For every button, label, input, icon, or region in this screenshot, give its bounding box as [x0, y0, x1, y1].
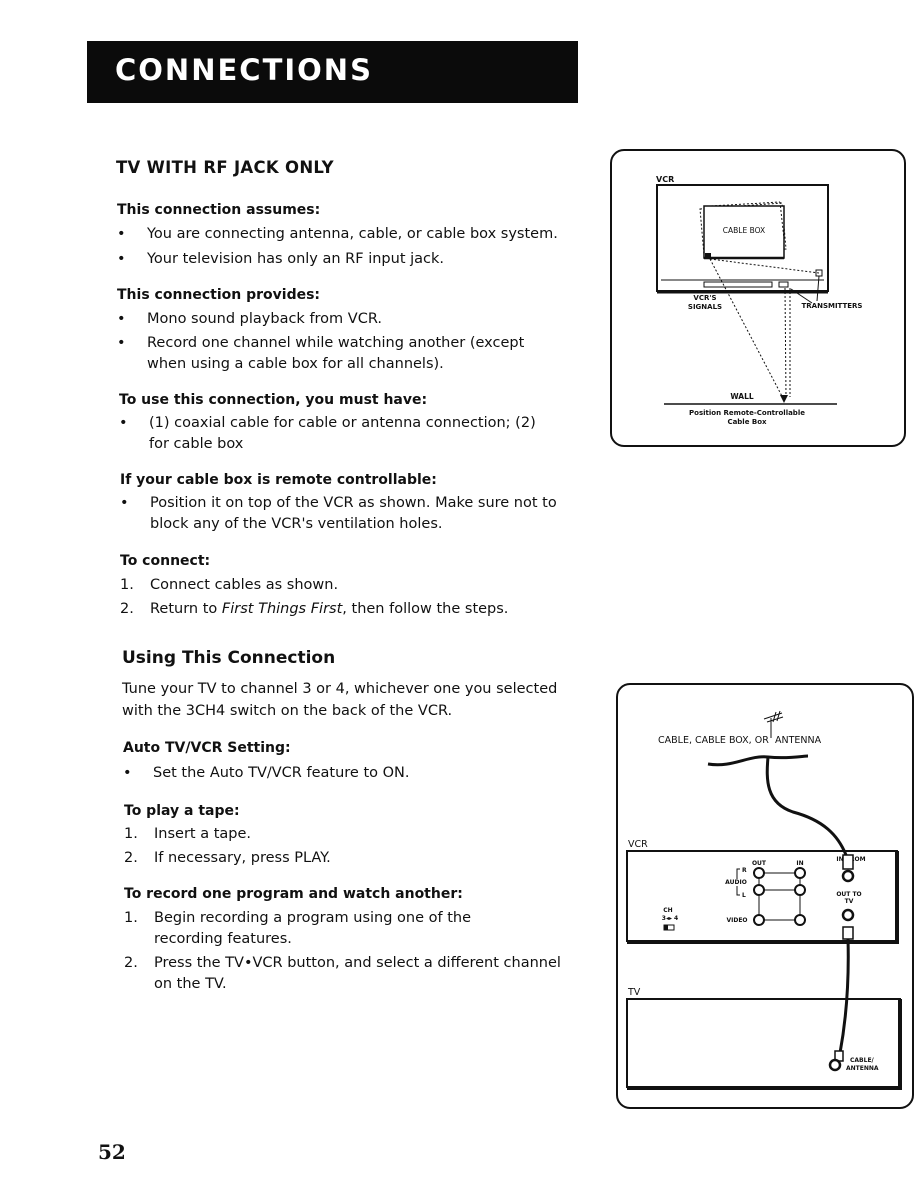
out-to-tv-label: TV — [845, 898, 854, 905]
chapter-title: CONNECTIONS — [115, 53, 373, 87]
remote-heading: If your cable box is remote controllable… — [120, 472, 437, 488]
ch-label: CH — [663, 907, 672, 914]
using-title: Using This Connection — [122, 648, 336, 668]
page-number: 52 — [98, 1140, 126, 1164]
connection-diagram-figure: CABLE, CABLE BOX, OR ANTENNA VCR OUT IN — [616, 683, 914, 1109]
antenna-icon — [763, 710, 784, 738]
vcr-label: VCR — [656, 175, 674, 184]
audio-bracket — [736, 886, 740, 896]
r-label: R — [742, 867, 747, 874]
audio-video-jacks — [753, 867, 806, 926]
chapter-header-bar: CONNECTIONS — [87, 41, 578, 103]
incoming-cable — [707, 754, 809, 767]
video-out-jack — [753, 914, 765, 926]
bullet: • — [123, 765, 132, 781]
list-item: • Position it on top of the VCR as shown… — [120, 495, 557, 532]
step-item: 1. Insert a tape. — [124, 826, 251, 842]
list-item: • (1) coaxial cable for cable or antenna… — [119, 415, 536, 452]
connection-diagram: CABLE, CABLE BOX, OR ANTENNA VCR OUT IN — [626, 710, 902, 1090]
section-title: TV WITH RF JACK ONLY — [116, 158, 334, 177]
signal-arrowhead — [780, 395, 788, 403]
tv-unit — [626, 998, 902, 1090]
must-have-heading: To use this connection, you must have: — [119, 392, 428, 408]
l-label: L — [742, 892, 746, 899]
list-item: • You are connecting antenna, cable, or … — [117, 224, 567, 246]
step-item: 2. Return to First Things First, then fo… — [120, 601, 509, 617]
video-in-jack — [794, 914, 806, 926]
bullet: • — [119, 415, 128, 431]
bullet: • — [120, 495, 129, 511]
step-item: 1. Begin recording a program using one o… — [124, 910, 471, 947]
step-item: 1. Connect cables as shown. — [120, 577, 339, 593]
audio-out-l-jack — [753, 884, 765, 896]
record-heading: To record one program and watch another: — [124, 886, 463, 902]
using-intro: Tune your TV to channel 3 or 4, whicheve… — [122, 681, 558, 719]
out-to-tv-label: OUT TO — [836, 891, 861, 898]
rf-in-jack — [841, 869, 855, 883]
provides-heading: This connection provides: — [117, 287, 321, 303]
audio-in-r-jack — [794, 867, 806, 879]
cable-box-position-diagram: VCR CABLE BOX VCR'S SIGNALS TRANSMITTERS… — [656, 175, 863, 426]
first-things-first-reference: First Things First — [221, 601, 343, 617]
out-label: OUT — [752, 860, 767, 867]
vcr-signals-label: VCR'S — [693, 294, 716, 302]
list-item: • Record one channel while watching anot… — [117, 335, 525, 372]
cable-antenna-label: ANTENNA — [846, 1065, 879, 1072]
channel-switch-toggle — [664, 925, 668, 930]
cable-box-label: CABLE BOX — [723, 226, 765, 235]
bullet: • — [117, 335, 126, 351]
cable-antenna-label: CABLE/ — [850, 1057, 875, 1064]
step-item: 2. Press the TV•VCR button, and select a… — [124, 955, 561, 992]
source-label: ANTENNA — [775, 735, 822, 746]
audio-label: AUDIO — [725, 879, 747, 886]
jack-connections — [758, 872, 801, 921]
assumes-heading: This connection assumes: — [117, 202, 321, 218]
list-item: • Mono sound playback from VCR. — [117, 309, 567, 331]
step-item: 2. If necessary, press PLAY. — [124, 850, 331, 866]
wall-label: WALL — [730, 392, 754, 401]
rf-connector — [842, 926, 854, 940]
in-label: IN — [796, 860, 803, 867]
cassette-slot — [703, 281, 773, 288]
rf-out-jack — [841, 908, 855, 922]
tv-antenna-jack — [828, 1058, 842, 1072]
cable-box-position-figure: VCR CABLE BOX VCR'S SIGNALS TRANSMITTERS… — [610, 149, 906, 447]
list-item: • Set the Auto TV/VCR feature to ON. — [123, 763, 573, 785]
bullet: • — [117, 311, 126, 327]
connect-heading: To connect: — [120, 553, 211, 569]
vcr-label: VCR — [628, 839, 648, 850]
play-heading: To play a tape: — [124, 803, 240, 819]
vcr-sensor — [778, 281, 789, 288]
auto-heading: Auto TV/VCR Setting: — [123, 740, 291, 756]
transmitters-label: TRANSMITTERS — [802, 302, 863, 310]
vcr-signals-label: SIGNALS — [688, 303, 722, 311]
list-item: • Your television has only an RF input j… — [117, 249, 567, 271]
cable-box: CABLE BOX — [699, 202, 823, 277]
vcr-to-tv-cable — [838, 938, 850, 1054]
cable-box-sensor — [705, 253, 711, 259]
tv-label: TV — [627, 987, 641, 998]
video-label: VIDEO — [726, 917, 747, 924]
bullet: • — [117, 226, 126, 242]
source-label: CABLE, CABLE BOX, OR — [658, 735, 769, 746]
rf-connector — [842, 854, 854, 870]
audio-bracket — [736, 868, 740, 879]
figure-caption: Position Remote-Controllable — [689, 409, 805, 417]
figure-caption: Cable Box — [727, 418, 767, 426]
incoming-cable — [765, 756, 848, 856]
bullet: • — [117, 251, 126, 267]
audio-out-r-jack — [753, 867, 765, 879]
ch-switch-label: 3◂▸ 4 — [662, 915, 678, 922]
audio-in-l-jack — [794, 884, 806, 896]
